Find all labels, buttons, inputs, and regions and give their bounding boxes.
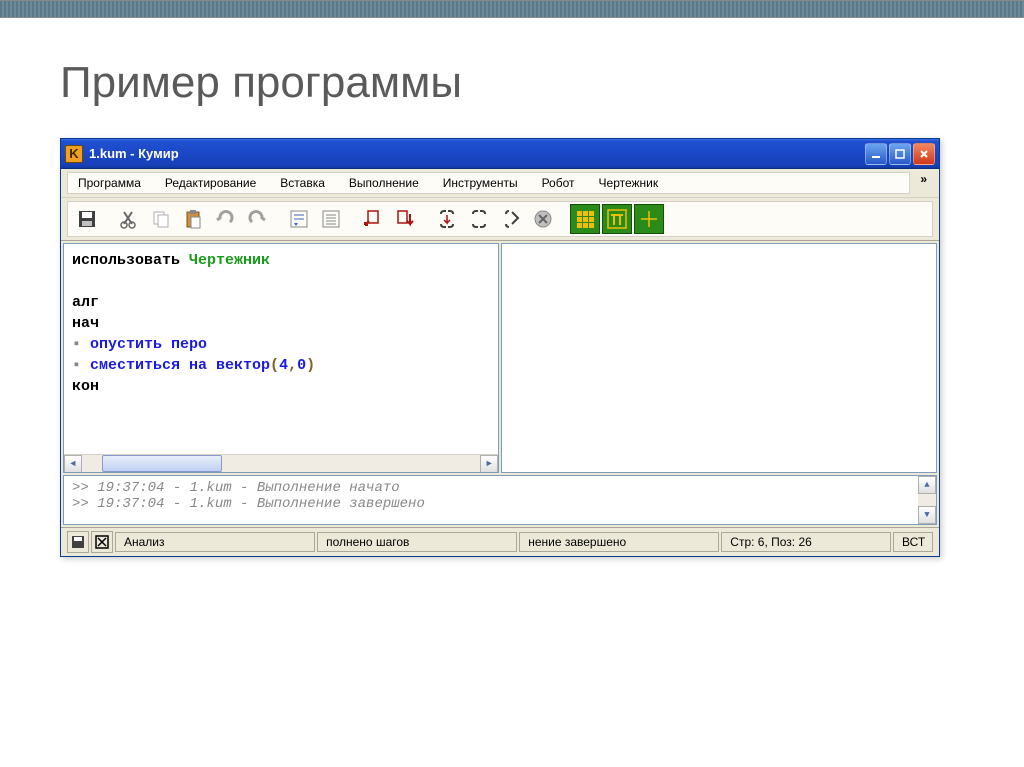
cut-button[interactable] — [114, 204, 144, 234]
pi-icon — [606, 208, 628, 230]
code-line-1: использовать Чертежник — [72, 250, 490, 271]
menu-robot[interactable]: Робот — [536, 175, 581, 191]
code-line-blank — [72, 271, 490, 292]
run-button[interactable] — [358, 204, 388, 234]
status-cancel-button[interactable] — [91, 531, 113, 553]
step-into-icon — [436, 208, 458, 230]
status-position: Стр: 6, Поз: 26 — [721, 532, 891, 552]
titlebar[interactable]: K 1.kum - Кумир — [61, 139, 939, 169]
step-icon — [394, 208, 416, 230]
code-line-6: ▪ сместиться на вектор(4,0) — [72, 355, 490, 376]
run-icon — [362, 208, 384, 230]
indent-button[interactable] — [284, 204, 314, 234]
scroll-thumb[interactable] — [102, 455, 222, 472]
menu-edit[interactable]: Редактирование — [159, 175, 262, 191]
goto-button[interactable] — [496, 204, 526, 234]
step-into-button[interactable] — [432, 204, 462, 234]
undo-button[interactable] — [210, 204, 240, 234]
pi-button[interactable] — [602, 204, 632, 234]
stop-icon — [532, 208, 554, 230]
status-save-button[interactable] — [67, 531, 89, 553]
console-line-2: >> 19:37:04 - 1.kum - Выполнение заверше… — [72, 496, 928, 512]
status-steps: полнено шагов — [317, 532, 517, 552]
step-out-button[interactable] — [464, 204, 494, 234]
window-title: 1.kum - Кумир — [89, 146, 865, 161]
status-done: нение завершено — [519, 532, 719, 552]
grid-button[interactable] — [570, 204, 600, 234]
outdent-icon — [320, 208, 342, 230]
menu-run[interactable]: Выполнение — [343, 175, 425, 191]
paste-icon — [182, 208, 204, 230]
indent-icon — [288, 208, 310, 230]
save-button[interactable] — [72, 204, 102, 234]
grid-icon — [574, 208, 596, 230]
save-icon — [76, 208, 98, 230]
scroll-left-button[interactable]: ◄ — [64, 455, 82, 473]
menu-overflow[interactable]: » — [914, 172, 933, 194]
menu-insert[interactable]: Вставка — [274, 175, 331, 191]
axes-button[interactable] — [634, 204, 664, 234]
status-analysis: Анализ — [115, 532, 315, 552]
redo-button[interactable] — [242, 204, 272, 234]
slide-title: Пример программы — [60, 58, 964, 108]
menu-drawer[interactable]: Чертежник — [593, 175, 665, 191]
copy-button[interactable] — [146, 204, 176, 234]
statusbar: Анализ полнено шагов нение завершено Стр… — [61, 527, 939, 556]
toolbar — [61, 198, 939, 241]
minimize-button[interactable] — [865, 143, 887, 165]
copy-icon — [150, 208, 172, 230]
app-window: K 1.kum - Кумир Программа Редактирование… — [60, 138, 940, 557]
cancel-icon — [94, 534, 110, 550]
paste-button[interactable] — [178, 204, 208, 234]
code-line-alg: алг — [72, 292, 490, 313]
step-out-icon — [468, 208, 490, 230]
code-editor[interactable]: использовать Чертежник алг нач ▪ опустит… — [63, 243, 499, 473]
maximize-button[interactable] — [889, 143, 911, 165]
code-line-5: ▪ опустить перо — [72, 334, 490, 355]
axes-icon — [638, 208, 660, 230]
h-scrollbar[interactable]: ◄ ► — [64, 454, 498, 472]
menu-tools[interactable]: Инструменты — [437, 175, 524, 191]
scroll-down-button[interactable]: ▼ — [918, 506, 936, 524]
menu-program[interactable]: Программа — [72, 175, 147, 191]
menubar-inner: Программа Редактирование Вставка Выполне… — [67, 172, 910, 194]
scroll-up-button[interactable]: ▲ — [918, 476, 936, 494]
outdent-button[interactable] — [316, 204, 346, 234]
redo-icon — [246, 208, 268, 230]
top-stripe — [0, 0, 1024, 18]
slide-area: Пример программы K 1.kum - Кумир Програм… — [0, 18, 1024, 557]
save-small-icon — [70, 534, 86, 550]
step-button[interactable] — [390, 204, 420, 234]
content-area: использовать Чертежник алг нач ▪ опустит… — [61, 241, 939, 475]
undo-icon — [214, 208, 236, 230]
maximize-icon — [895, 149, 905, 159]
status-mode: ВСТ — [893, 532, 933, 552]
scroll-track[interactable] — [82, 455, 480, 472]
console: >> 19:37:04 - 1.kum - Выполнение начато … — [63, 475, 937, 525]
close-button[interactable] — [913, 143, 935, 165]
stop-button[interactable] — [528, 204, 558, 234]
menubar: Программа Редактирование Вставка Выполне… — [61, 169, 939, 198]
window-buttons — [865, 143, 935, 165]
scroll-right-button[interactable]: ► — [480, 455, 498, 473]
app-icon: K — [65, 145, 83, 163]
output-panel — [501, 243, 937, 473]
code-line-end: кон — [72, 376, 490, 397]
scroll-track-v[interactable] — [918, 494, 936, 506]
goto-icon — [500, 208, 522, 230]
toolbar-inner — [67, 201, 933, 237]
close-icon — [919, 149, 929, 159]
code-line-begin: нач — [72, 313, 490, 334]
v-scrollbar[interactable]: ▲ ▼ — [918, 476, 936, 524]
minimize-icon — [871, 149, 881, 159]
console-line-1: >> 19:37:04 - 1.kum - Выполнение начато — [72, 480, 928, 496]
cut-icon — [118, 208, 140, 230]
